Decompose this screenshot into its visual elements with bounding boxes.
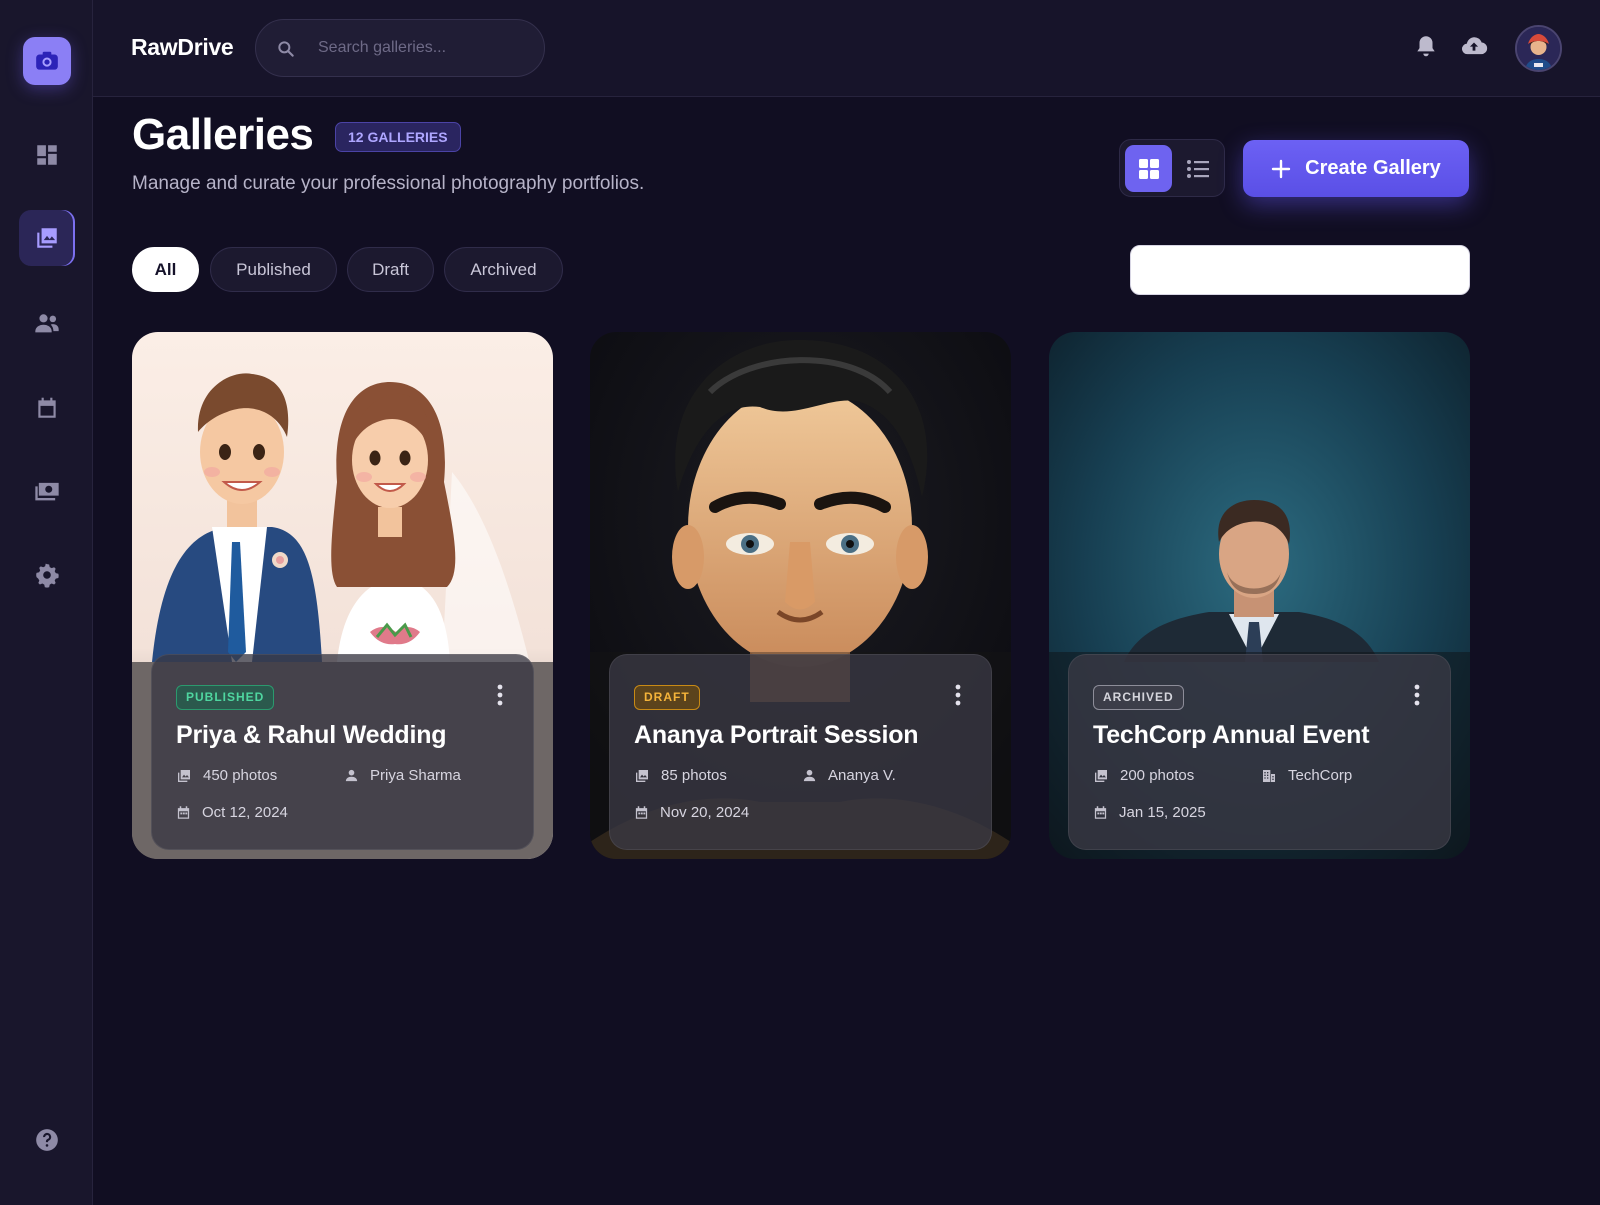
gallery-date: Nov 20, 2024 (634, 804, 749, 821)
grid-view-icon (1138, 158, 1159, 179)
plus-icon (1271, 159, 1291, 178)
more-options-icon[interactable] (948, 682, 968, 708)
client-name-label: Priya Sharma (370, 767, 461, 784)
gallery-card[interactable]: DRAFT Ananya Portrait Session 85 photos … (590, 332, 1011, 859)
gallery-date-label: Oct 12, 2024 (202, 804, 288, 821)
gallery-title: Ananya Portrait Session (634, 721, 919, 749)
photo-count-label: 450 photos (203, 767, 278, 784)
view-mode-toggle (1119, 139, 1225, 197)
client-name: TechCorp (1261, 767, 1352, 784)
help-button[interactable] (19, 1112, 75, 1168)
page-subtitle: Manage and curate your professional phot… (132, 173, 645, 194)
status-badge: ARCHIVED (1093, 685, 1184, 710)
calendar-icon (177, 806, 190, 819)
settings-gear-icon (36, 563, 59, 588)
search-input[interactable] (318, 20, 528, 76)
dashboard-icon (37, 145, 57, 165)
sidebar-item-calendar[interactable] (19, 380, 75, 436)
photo-library-icon (37, 228, 57, 248)
sidebar-item-payments[interactable] (19, 463, 75, 519)
gallery-count-badge: 12 GALLERIES (335, 122, 461, 152)
filter-chip-archived[interactable]: Archived (444, 247, 563, 292)
filter-chip-draft[interactable]: Draft (347, 247, 434, 292)
gallery-info-panel: ARCHIVED TechCorp Annual Event 200 photo… (1068, 654, 1451, 850)
gallery-card[interactable]: PUBLISHED Priya & Rahul Wedding 450 phot… (132, 332, 553, 859)
clients-icon (35, 314, 59, 333)
photo-library-icon (1095, 769, 1107, 782)
status-badge: DRAFT (634, 685, 700, 710)
gallery-date-label: Nov 20, 2024 (660, 804, 750, 821)
payments-icon (35, 482, 59, 501)
gallery-date: Jan 15, 2025 (1093, 804, 1206, 821)
create-gallery-label: Create Gallery (1305, 157, 1441, 179)
client-name-label: TechCorp (1288, 767, 1353, 784)
gallery-title: TechCorp Annual Event (1093, 721, 1370, 749)
cloud-upload-icon[interactable] (1459, 32, 1489, 60)
person-icon (803, 769, 816, 782)
sidebar-item-settings[interactable] (19, 547, 75, 603)
photo-library-icon (636, 769, 648, 782)
gallery-card[interactable]: ARCHIVED TechCorp Annual Event 200 photo… (1049, 332, 1470, 859)
photo-count: 450 photos (176, 767, 277, 784)
app-logo-camera-icon[interactable] (23, 37, 71, 85)
top-header: RawDrive (93, 0, 1600, 97)
grid-view-button[interactable] (1125, 145, 1172, 192)
list-view-button[interactable] (1174, 145, 1221, 192)
search-icon (278, 41, 294, 57)
person-icon (345, 769, 358, 782)
calendar-icon (1094, 806, 1107, 819)
more-options-icon[interactable] (490, 682, 510, 708)
building-icon (1263, 769, 1275, 782)
notification-bell-icon[interactable] (1413, 32, 1439, 60)
gallery-title: Priya & Rahul Wedding (176, 721, 447, 749)
sidebar-item-galleries[interactable] (19, 210, 75, 266)
client-name: Priya Sharma (344, 767, 461, 784)
gallery-info-panel: DRAFT Ananya Portrait Session 85 photos … (609, 654, 992, 850)
photo-count-label: 200 photos (1120, 767, 1195, 784)
sidebar-item-clients[interactable] (19, 295, 75, 351)
gallery-info-panel: PUBLISHED Priya & Rahul Wedding 450 phot… (151, 654, 534, 850)
photo-count: 200 photos (1093, 767, 1194, 784)
page-title: Galleries (132, 110, 314, 159)
search-bar[interactable] (255, 19, 545, 77)
calendar-icon (635, 806, 648, 819)
gallery-date-label: Jan 15, 2025 (1119, 804, 1206, 821)
help-icon (36, 1129, 58, 1151)
client-name-label: Ananya V. (828, 767, 896, 784)
create-gallery-button[interactable]: Create Gallery (1243, 140, 1469, 197)
photo-library-icon (178, 769, 190, 782)
photo-count: 85 photos (634, 767, 727, 784)
list-view-icon (1186, 159, 1209, 178)
filter-chip-published[interactable]: Published (210, 247, 337, 292)
calendar-icon (38, 397, 56, 418)
filter-chip-all[interactable]: All (132, 247, 199, 292)
more-options-icon[interactable] (1407, 682, 1427, 708)
app-brand: RawDrive (131, 34, 234, 60)
user-avatar[interactable] (1515, 25, 1562, 72)
gallery-date: Oct 12, 2024 (176, 804, 288, 821)
client-name: Ananya V. (802, 767, 896, 784)
sidebar (0, 0, 93, 1205)
sort-dropdown[interactable] (1130, 245, 1470, 295)
sidebar-item-dashboard[interactable] (19, 127, 75, 183)
status-badge: PUBLISHED (176, 685, 275, 710)
photo-count-label: 85 photos (661, 767, 727, 784)
